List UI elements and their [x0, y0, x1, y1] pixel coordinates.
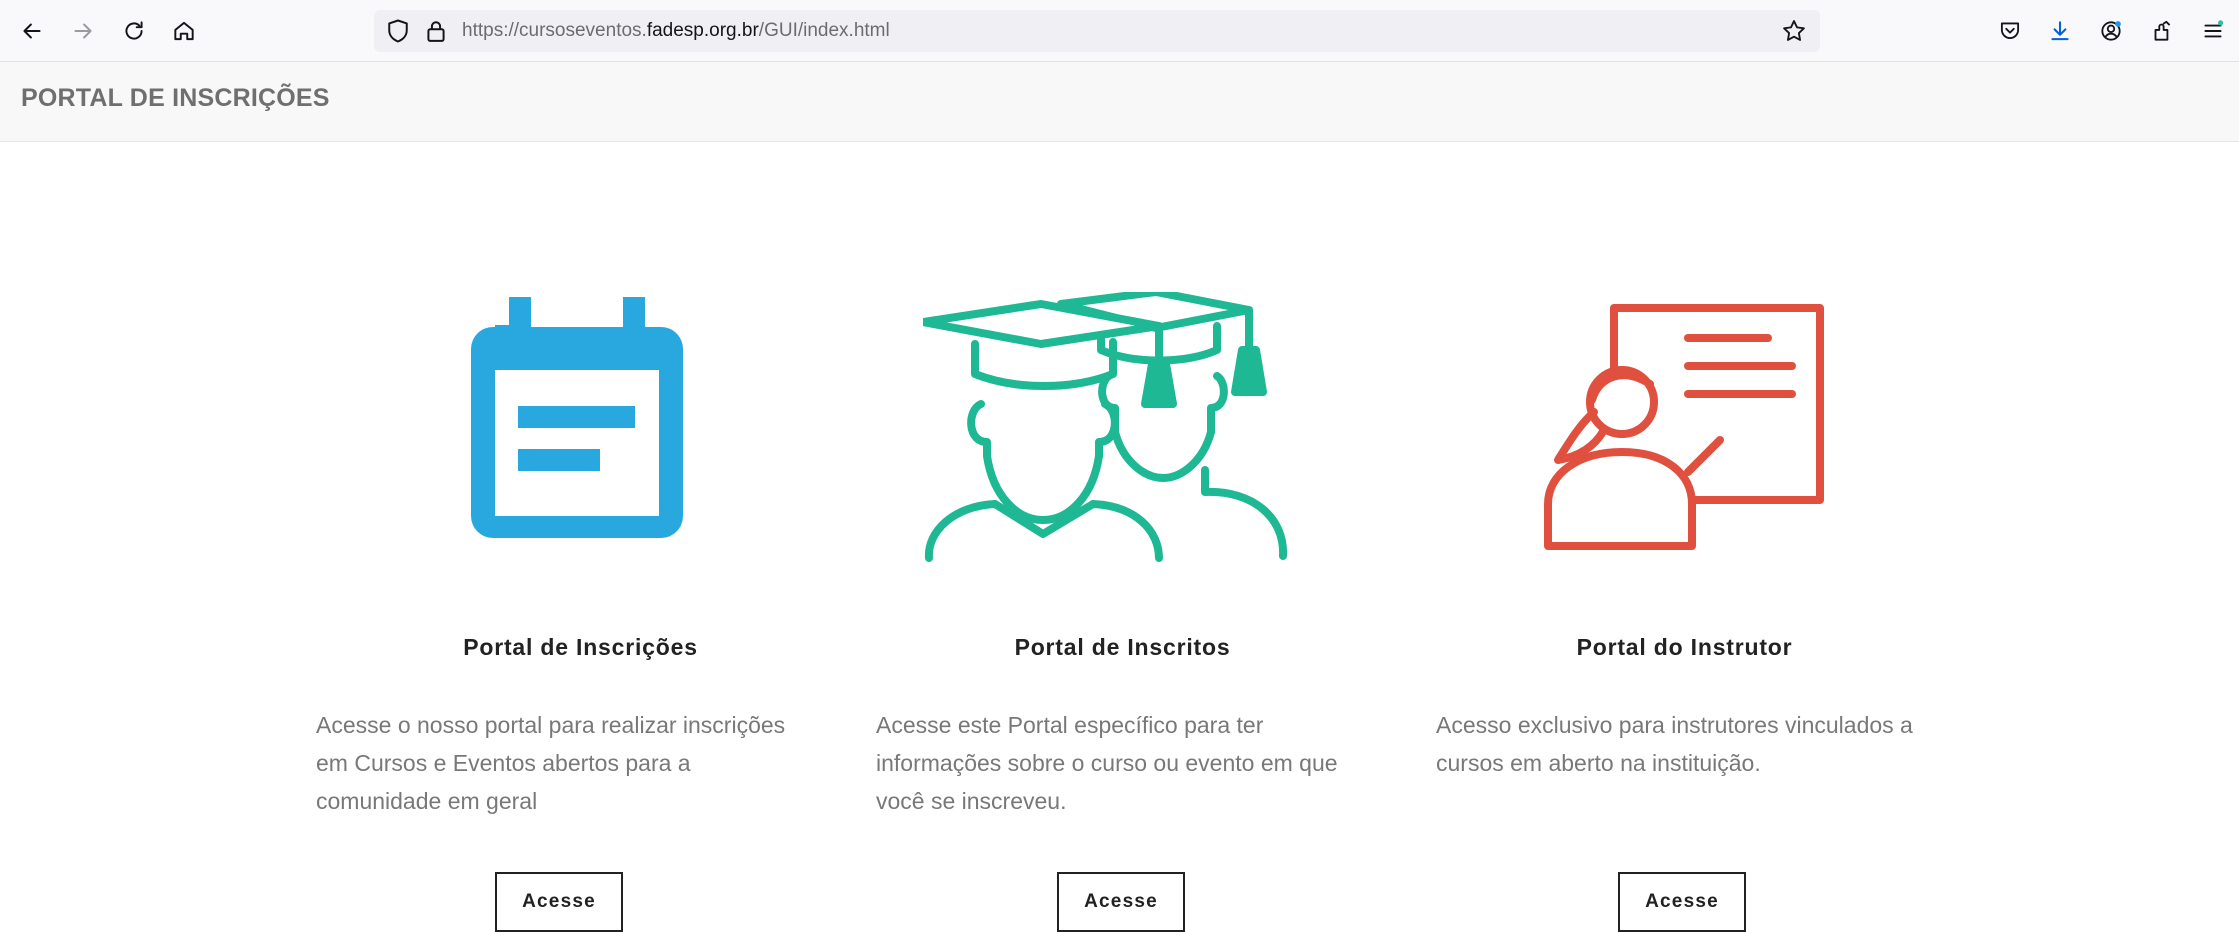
star-icon[interactable]: [1780, 17, 1808, 45]
card-title: Portal de Inscritos: [1014, 634, 1231, 660]
reload-button[interactable]: [116, 13, 152, 49]
card-description: Acesse este Portal específico para ter i…: [876, 712, 1338, 814]
extensions-icon: [2154, 20, 2171, 41]
calendar-icon-wrap: [300, 292, 861, 562]
card-description: Acesse o nosso portal para realizar insc…: [316, 712, 786, 814]
instructor-icon: [1543, 304, 1824, 550]
card-portal-inscricoes: Portal de Inscrições Acesse o nosso port…: [300, 142, 861, 932]
url-text[interactable]: https://cursoseventos.fadesp.org.br/GUI/…: [462, 10, 890, 52]
url-suffix: /GUI/index.html: [758, 20, 890, 41]
site-header: PORTAL DE INSCRIÇÕES: [0, 62, 2239, 142]
account-icon: [2101, 21, 2121, 41]
back-icon: [23, 23, 41, 39]
shield-icon[interactable]: [384, 17, 412, 45]
calendar-icon: [470, 297, 683, 538]
acesse-inscritos-button[interactable]: Acesse: [1057, 872, 1185, 932]
home-icon: [174, 21, 194, 41]
card-portal-instrutor: Portal do Instrutor Acesso exclusivo par…: [1404, 142, 1965, 932]
acesse-inscricoes-button[interactable]: Acesse: [495, 872, 623, 932]
instructor-icon-wrap: [1404, 292, 1965, 562]
account-button[interactable]: [2093, 13, 2129, 49]
address-bar[interactable]: https://cursoseventos.fadesp.org.br/GUI/…: [374, 10, 1820, 52]
menu-icon: [2204, 20, 2224, 38]
back-button[interactable]: [14, 13, 50, 49]
menu-button[interactable]: [2195, 13, 2231, 49]
graduates-icon: [922, 292, 1287, 562]
lock-icon[interactable]: [422, 17, 450, 45]
card-title: Portal de Inscrições: [463, 634, 698, 660]
extensions-button[interactable]: [2144, 13, 2180, 49]
card-title: Portal do Instrutor: [1576, 634, 1793, 660]
url-prefix: https://cursoseventos.: [462, 20, 647, 41]
card-portal-inscritos: Portal de Inscritos Acesse este Portal e…: [842, 142, 1403, 932]
pocket-icon: [2000, 22, 2020, 39]
downloads-button[interactable]: [2042, 13, 2078, 49]
acesse-instrutor-button[interactable]: Acesse: [1618, 872, 1746, 932]
home-button[interactable]: [166, 13, 202, 49]
graduates-icon-wrap: [842, 292, 1403, 562]
browser-toolbar: https://cursoseventos.fadesp.org.br/GUI/…: [0, 0, 2239, 62]
forward-button[interactable]: [65, 13, 101, 49]
brand-title[interactable]: PORTAL DE INSCRIÇÕES: [21, 62, 330, 142]
reload-icon: [125, 21, 143, 40]
download-icon: [2051, 21, 2069, 41]
card-description: Acesso exclusivo para instrutores vincul…: [1436, 712, 1913, 776]
url-host: fadesp.org.br: [646, 20, 759, 41]
forward-icon: [74, 23, 92, 39]
pocket-button[interactable]: [1992, 13, 2028, 49]
